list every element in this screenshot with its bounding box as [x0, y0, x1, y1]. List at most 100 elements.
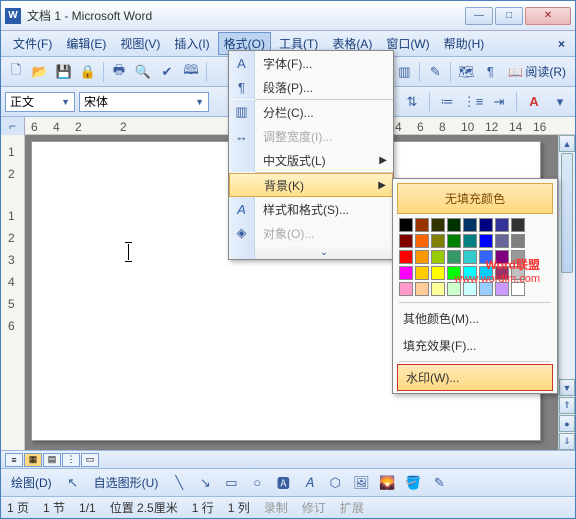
color-swatch[interactable]	[495, 218, 509, 232]
linecolor-icon[interactable]: ✎	[428, 472, 450, 494]
showmarks-icon[interactable]: ¶	[479, 61, 501, 83]
font-color-icon[interactable]: A	[523, 91, 545, 113]
fill-effects-item[interactable]: 填充效果(F)...	[393, 332, 557, 359]
menu-insert[interactable]: 插入(I)	[168, 32, 215, 55]
color-swatch[interactable]	[415, 282, 429, 296]
scroll-up-icon[interactable]: ▲	[559, 135, 575, 152]
no-fill-button[interactable]: 无填充颜色	[397, 183, 553, 214]
menu-help[interactable]: 帮助(H)	[438, 32, 491, 55]
textbox-icon[interactable]: 🅰	[272, 472, 294, 494]
color-swatch[interactable]	[447, 218, 461, 232]
print-layout-button[interactable]: ▦	[24, 453, 42, 467]
color-swatch[interactable]	[479, 218, 493, 232]
normal-view-button[interactable]: ≡	[5, 453, 23, 467]
menu-edit[interactable]: 编辑(E)	[60, 32, 112, 55]
color-swatch[interactable]	[431, 282, 445, 296]
menu-view[interactable]: 视图(V)	[114, 32, 166, 55]
wordart-icon[interactable]: 𝐴	[298, 472, 320, 494]
watermark-item[interactable]: 水印(W)...	[397, 364, 553, 391]
line-spacing-icon[interactable]: ⇅	[401, 91, 423, 113]
color-swatch[interactable]	[463, 218, 477, 232]
numbered-list-icon[interactable]: ≔	[436, 91, 458, 113]
color-swatch[interactable]	[511, 234, 525, 248]
font-combo[interactable]: 宋体 ▼	[79, 92, 209, 112]
status-revise[interactable]: 修订	[302, 499, 326, 516]
menu-columns[interactable]: ▥ 分栏(C)...	[229, 100, 393, 124]
color-swatch[interactable]	[511, 218, 525, 232]
scroll-down-icon[interactable]: ▼	[559, 379, 575, 396]
save-icon[interactable]: 💾	[53, 61, 75, 83]
columns-icon[interactable]: ▥	[393, 61, 415, 83]
clipart-icon[interactable]: 🖼	[350, 472, 372, 494]
web-layout-button[interactable]: ▤	[43, 453, 61, 467]
menu-font[interactable]: A 字体(F)...	[229, 51, 393, 75]
line-icon[interactable]: ╲	[168, 472, 190, 494]
more-icon[interactable]: ▾	[549, 91, 571, 113]
color-swatch[interactable]	[415, 234, 429, 248]
color-swatch[interactable]	[447, 234, 461, 248]
outline-view-button[interactable]: ⋮	[62, 453, 80, 467]
more-colors-item[interactable]: 其他颜色(M)...	[393, 305, 557, 332]
autoshapes-menu[interactable]: 自选图形(U)	[88, 471, 165, 494]
oval-icon[interactable]: ○	[246, 472, 268, 494]
minimize-button[interactable]: ―	[465, 7, 493, 25]
ruler-corner: ⌐	[1, 117, 25, 135]
reading-view-button[interactable]: ▭	[81, 453, 99, 467]
color-swatch[interactable]	[415, 250, 429, 264]
menu-styles[interactable]: A 样式和格式(S)...	[229, 197, 393, 221]
color-swatch[interactable]	[431, 234, 445, 248]
menu-asian-layout[interactable]: 中文版式(L) ▶	[229, 148, 393, 172]
select-arrow-icon[interactable]: ↖	[62, 472, 84, 494]
open-icon[interactable]: 📂	[29, 61, 51, 83]
color-swatch[interactable]	[399, 282, 413, 296]
new-doc-icon[interactable]: 🗋	[5, 61, 27, 83]
close-button[interactable]: ✕	[525, 7, 571, 25]
picture-icon[interactable]: 🌄	[376, 472, 398, 494]
status-extend[interactable]: 扩展	[340, 499, 364, 516]
color-swatch[interactable]	[431, 250, 445, 264]
permission-icon[interactable]: 🔒	[77, 61, 99, 83]
browse-object-icon[interactable]: ●	[559, 415, 575, 432]
vertical-ruler[interactable]: 1 2 1 2 3 4 5 6	[1, 135, 25, 450]
docmap-icon[interactable]: 🗺	[455, 61, 477, 83]
vertical-scrollbar[interactable]: ▲ ▼ ⇑ ● ⇓	[558, 135, 575, 450]
separator	[206, 62, 207, 82]
style-combo[interactable]: 正文 ▼	[5, 92, 75, 112]
spellcheck-icon[interactable]: ✔	[156, 61, 178, 83]
arrow-icon[interactable]: ↘	[194, 472, 216, 494]
color-swatch[interactable]	[431, 266, 445, 280]
diagram-icon[interactable]: ⬡	[324, 472, 346, 494]
color-swatch[interactable]	[399, 250, 413, 264]
menu-expand[interactable]: ⌄	[229, 245, 393, 259]
color-swatch[interactable]	[431, 218, 445, 232]
indent-icon[interactable]: ⇥	[488, 91, 510, 113]
menu-file[interactable]: 文件(F)	[7, 32, 58, 55]
preview-icon[interactable]: 🔍	[132, 61, 154, 83]
next-page-icon[interactable]: ⇓	[559, 433, 575, 450]
menu-background[interactable]: 背景(K) ▶	[229, 173, 393, 197]
research-icon[interactable]: 🕮	[180, 61, 202, 83]
separator	[516, 92, 517, 112]
read-mode-button[interactable]: 📖 阅读(R)	[503, 61, 571, 83]
fillcolor-icon[interactable]: 🪣	[402, 472, 424, 494]
menu-paragraph[interactable]: ¶ 段落(P)...	[229, 75, 393, 99]
maximize-button[interactable]: □	[495, 7, 523, 25]
style-value: 正文	[10, 93, 34, 110]
color-swatch[interactable]	[415, 218, 429, 232]
print-icon[interactable]: 🖶	[108, 61, 130, 83]
color-swatch[interactable]	[399, 234, 413, 248]
status-record[interactable]: 录制	[264, 499, 288, 516]
drawing-icon[interactable]: ✎	[424, 61, 446, 83]
color-swatch[interactable]	[479, 234, 493, 248]
bullet-list-icon[interactable]: ⋮≡	[462, 91, 484, 113]
draw-menu[interactable]: 绘图(D)	[5, 471, 58, 494]
doc-close-button[interactable]: ×	[554, 37, 569, 51]
scroll-thumb[interactable]	[561, 153, 573, 273]
prev-page-icon[interactable]: ⇑	[559, 397, 575, 414]
color-swatch[interactable]	[463, 234, 477, 248]
color-swatch[interactable]	[495, 234, 509, 248]
color-swatch[interactable]	[399, 218, 413, 232]
color-swatch[interactable]	[399, 266, 413, 280]
color-swatch[interactable]	[415, 266, 429, 280]
rectangle-icon[interactable]: ▭	[220, 472, 242, 494]
